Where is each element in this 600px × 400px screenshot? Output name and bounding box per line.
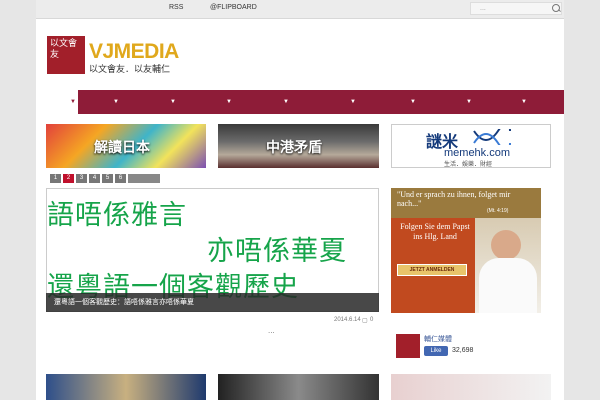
fb-page-logo[interactable] [396,334,420,358]
slide-pager-extra [128,174,160,183]
ad-follow: Folgen Sie dem Papst ins Hlg. Land [400,222,470,241]
site-name[interactable]: VJMEDIA [89,40,179,64]
comment-icon[interactable]: ▢ [362,317,368,324]
nav-item-4[interactable]: ▼ [283,99,289,105]
nav-item-6[interactable]: ▼ [410,99,416,105]
pope-photo [491,230,521,260]
slide-line-2: 亦唔係華夏 [207,236,347,267]
tile-hk-china-label: 中港矛盾 [266,139,322,155]
ad-quote: "Und er sprach zu ihnen, folget mir nach… [397,190,511,208]
article-thumb-3[interactable] [391,374,551,400]
slide-caption[interactable]: 還粵語一個客觀歷史：語唔係雅言亦唔係華夏 [46,293,379,312]
ad-ref: (Mt. 4:19) [487,208,509,214]
search-input[interactable]: ... [470,2,562,15]
fb-like-count: 32,698 [452,347,474,354]
memehk-banner[interactable]: 謎米 memehk.com 生活．娛樂．財經 [391,124,551,168]
rss-link[interactable]: RSS [169,4,183,11]
nav-home-chevron-icon: ▼ [70,99,76,105]
seal-logo[interactable]: 以文會友 [47,36,85,74]
main-nav [78,90,564,114]
flipboard-link[interactable]: @FLIPBOARD [210,4,257,11]
fb-page-name[interactable]: 輔仁媒體 [424,334,452,344]
nav-item-8[interactable]: ▼ [521,99,527,105]
article-thumb-1[interactable] [46,374,206,400]
slide-page-6[interactable]: 6 [115,174,126,183]
slide-page-2[interactable]: 2 [63,174,74,183]
site-tagline: 以文會友．以友輔仁 [89,65,171,75]
slide-date: 2014.6.14 [334,317,361,323]
seal-logo-text: 以文會友 [50,39,78,60]
nav-item-7[interactable]: ▼ [466,99,472,105]
pope-ad[interactable]: "Und er sprach zu ihnen, folget mir nach… [391,188,541,313]
tile-hk-china[interactable]: 中港矛盾 [218,124,379,168]
ad-register-button[interactable]: JETZT ANMELDEN [397,264,467,276]
nav-item-1[interactable]: ▼ [113,99,119,105]
nav-item-3[interactable]: ▼ [226,99,232,105]
slide-line-1: 語唔係雅言 [47,200,187,231]
memehk-domain: memehk.com [444,147,511,159]
more-dots[interactable]: ... [268,326,275,335]
fb-like-button[interactable]: Like [424,346,448,356]
tile-japan[interactable]: 解讀日本 [46,124,206,168]
dna-icon [473,129,511,145]
fb-like-label: Like [430,348,442,354]
tile-japan-label: 解讀日本 [94,139,150,155]
search-icon[interactable] [552,4,560,12]
memehk-sub: 生活．娛樂．財經 [444,161,493,168]
slide-page-3[interactable]: 3 [76,174,87,183]
slide-page-4[interactable]: 4 [89,174,100,183]
comment-count[interactable]: 0 [370,317,373,323]
nav-item-2[interactable]: ▼ [170,99,176,105]
slide-page-1[interactable]: 1 [50,174,61,183]
article-thumb-2[interactable] [218,374,379,400]
slide-page-5[interactable]: 5 [102,174,113,183]
nav-item-5[interactable]: ▼ [350,99,356,105]
